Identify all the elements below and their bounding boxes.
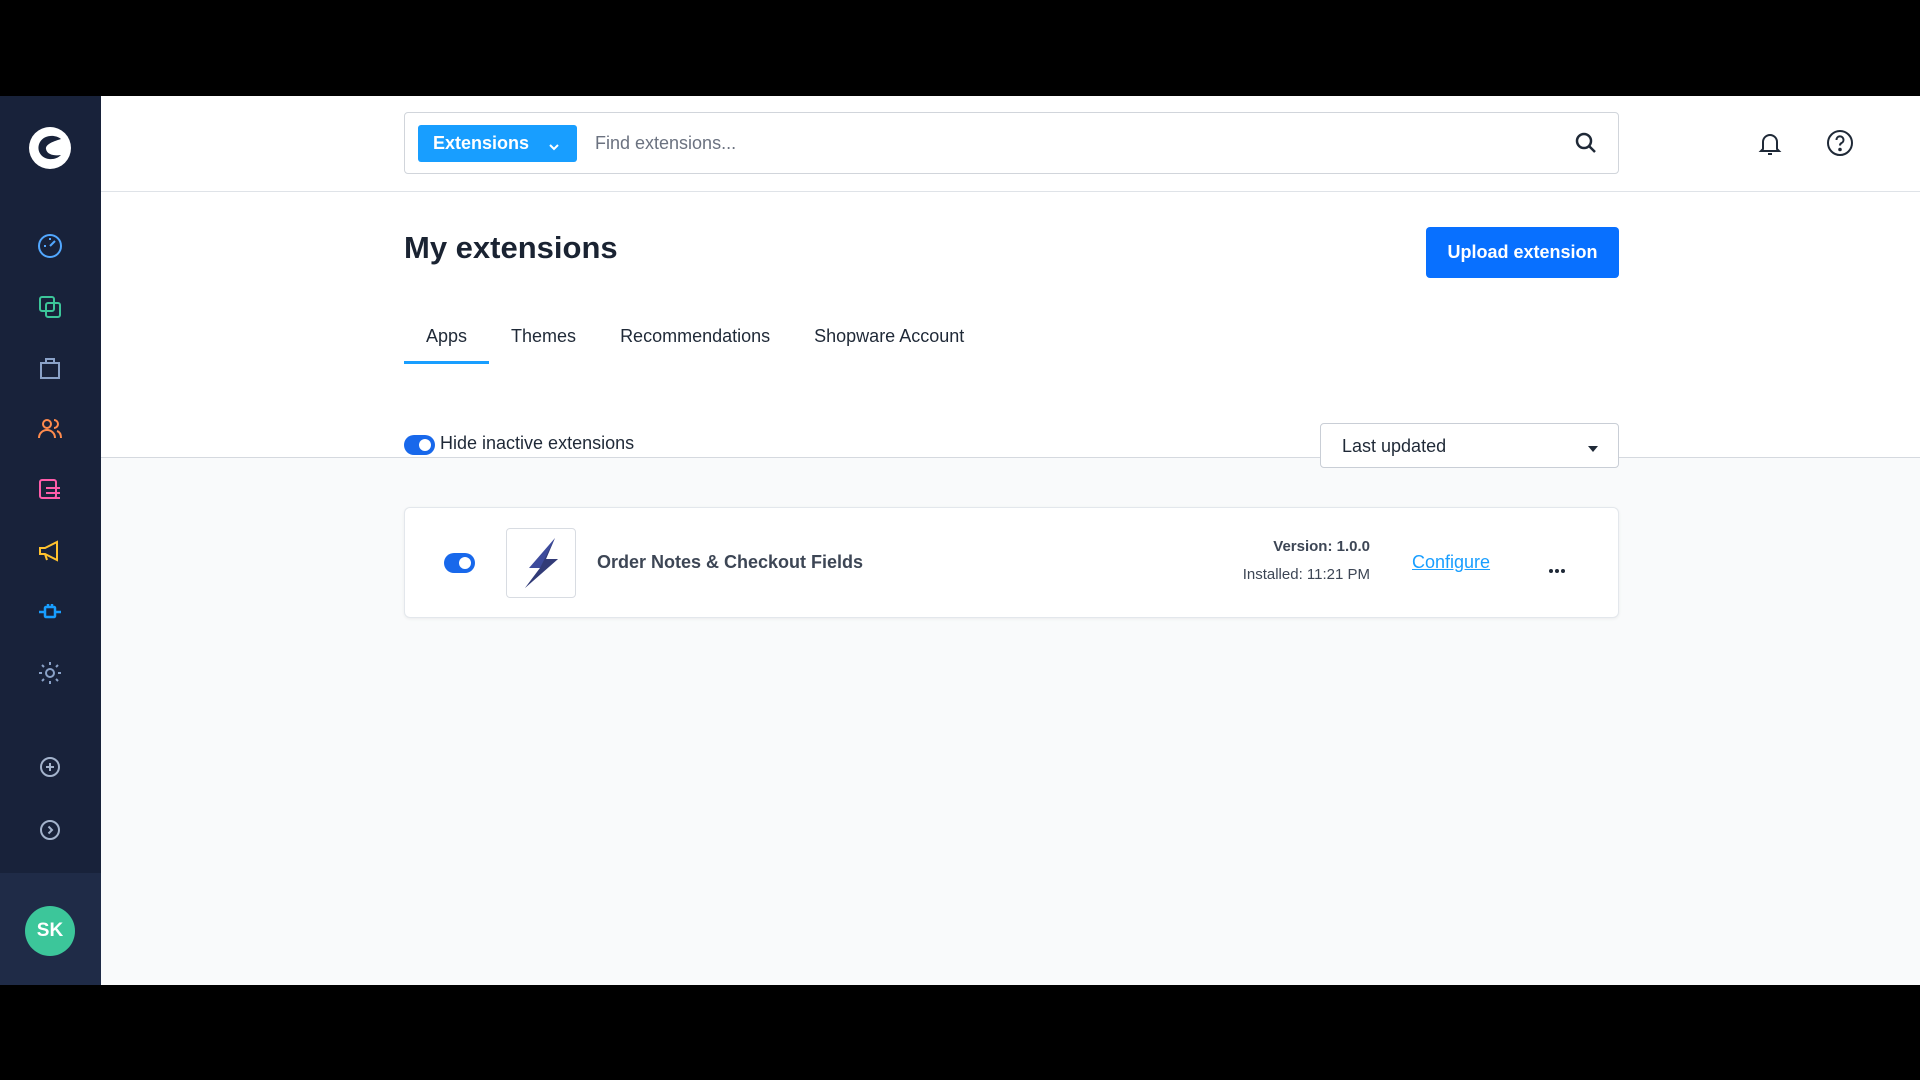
content-header: My extensions Upload extension Apps Them… bbox=[101, 192, 1920, 458]
extension-active-toggle[interactable] bbox=[444, 553, 475, 573]
search-icon[interactable] bbox=[1574, 131, 1598, 160]
page-title: My extensions bbox=[404, 230, 618, 265]
sort-selected-value: Last updated bbox=[1342, 436, 1447, 456]
chevron-down-icon bbox=[1586, 440, 1600, 461]
tab-bar: Apps Themes Recommendations Shopware Acc… bbox=[404, 312, 986, 364]
tab-recommendations[interactable]: Recommendations bbox=[598, 312, 792, 362]
tab-themes[interactable]: Themes bbox=[489, 312, 598, 362]
search-input[interactable] bbox=[595, 125, 1545, 162]
chevron-down-icon bbox=[548, 137, 560, 158]
search-type-dropdown[interactable]: Extensions bbox=[418, 125, 577, 162]
gear-icon[interactable] bbox=[36, 659, 64, 687]
help-icon[interactable] bbox=[1826, 129, 1854, 162]
chevron-right-circle-icon[interactable] bbox=[36, 816, 64, 844]
more-options-icon[interactable] bbox=[1548, 561, 1566, 579]
extension-card: Order Notes & Checkout Fields Version: 1… bbox=[404, 507, 1619, 618]
search-bar: Extensions bbox=[404, 112, 1619, 174]
lightning-bolt-icon bbox=[506, 528, 576, 598]
shopware-logo-icon[interactable] bbox=[27, 125, 73, 171]
hide-inactive-toggle[interactable] bbox=[404, 435, 435, 455]
sidebar: SK bbox=[0, 96, 101, 985]
plug-icon[interactable] bbox=[36, 598, 64, 626]
hide-inactive-label: Hide inactive extensions bbox=[440, 433, 635, 453]
filter-row: Hide inactive extensions Last updated bbox=[404, 423, 1619, 468]
copy-icon[interactable] bbox=[36, 293, 64, 321]
tab-shopware-account[interactable]: Shopware Account bbox=[792, 312, 986, 362]
shopping-bag-icon[interactable] bbox=[36, 354, 64, 382]
header: Extensions bbox=[101, 96, 1920, 192]
plus-circle-icon[interactable] bbox=[36, 753, 64, 781]
bell-icon[interactable] bbox=[1757, 131, 1783, 162]
content-list-icon[interactable] bbox=[36, 476, 64, 504]
tab-apps[interactable]: Apps bbox=[404, 312, 490, 364]
megaphone-icon[interactable] bbox=[36, 537, 64, 565]
users-icon[interactable] bbox=[36, 415, 64, 443]
gauge-icon[interactable] bbox=[36, 232, 64, 260]
configure-link[interactable]: Configure bbox=[1412, 552, 1490, 573]
app-frame: SK Extensions My extensions Upload exten… bbox=[0, 96, 1920, 985]
search-type-label: Extensions bbox=[433, 133, 530, 153]
upload-extension-button[interactable]: Upload extension bbox=[1426, 227, 1619, 278]
extension-name: Order Notes & Checkout Fields bbox=[597, 552, 864, 572]
extension-version: Version: 1.0.0 bbox=[1273, 538, 1370, 555]
avatar[interactable]: SK bbox=[25, 906, 75, 956]
sort-select[interactable]: Last updated bbox=[1320, 423, 1619, 468]
extension-installed-time: Installed: 11:21 PM bbox=[1242, 566, 1370, 583]
